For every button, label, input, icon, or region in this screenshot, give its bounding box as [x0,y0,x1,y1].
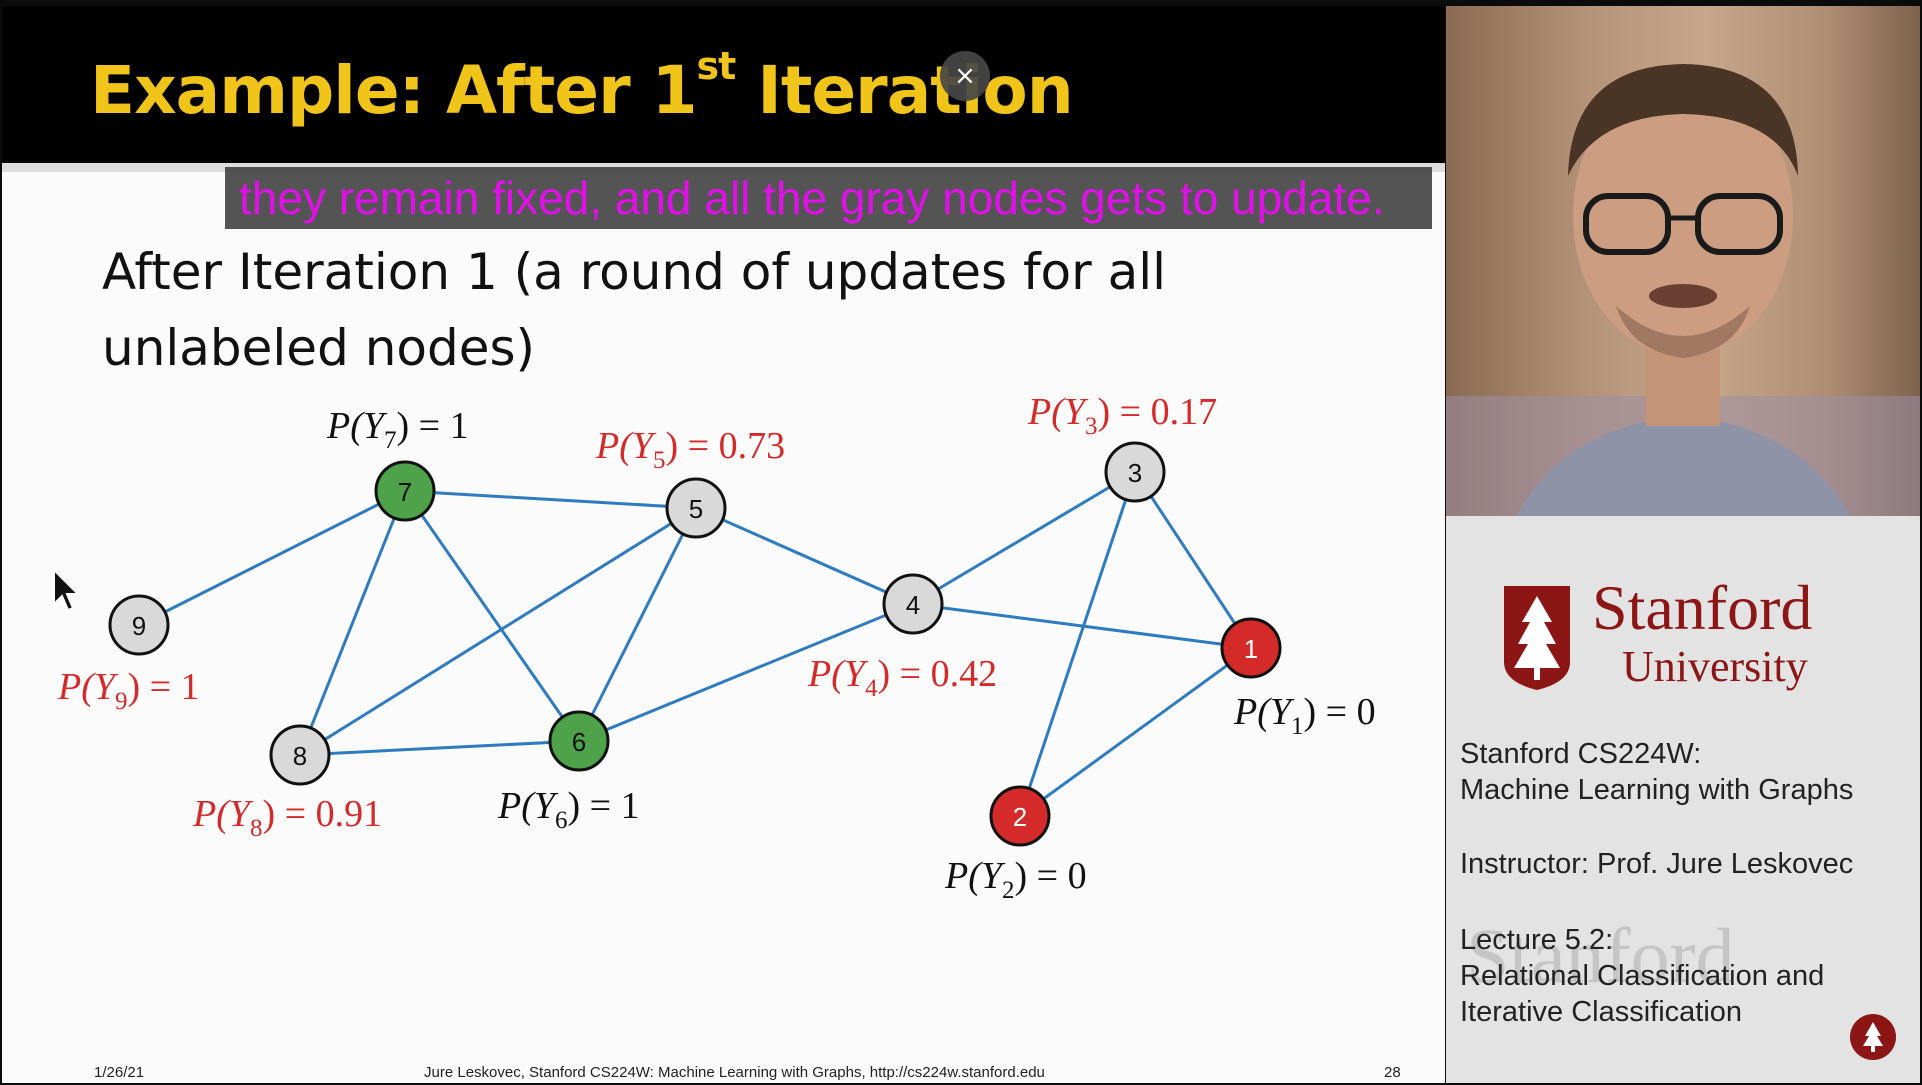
probability-label-9: P(Y9) = 1 [57,666,200,715]
edge-7-6 [403,490,581,742]
edge-5-4 [695,506,914,606]
node-id-2: 2 [1013,802,1027,832]
probability-label-8: P(Y8) = 0.91 [192,793,382,842]
graph-diagram: 1 P(Y1) = 0 2 P(Y2) = 0 3 P(Y3) = 0.17 4 P(Y4) … [57,391,1376,904]
edge-9-7 [138,489,406,627]
footer-page-number: 28 [1384,1064,1401,1081]
lecture-title-line-1: Relational Classification and [1460,960,1825,992]
probability-label-3: P(Y3) = 0.17 [1027,391,1217,440]
edge-3-1 [1133,471,1253,649]
footer-credit: Jure Leskovec, Stanford CS224W: Machine … [424,1064,1045,1081]
node-id-1: 1 [1244,634,1258,664]
stanford-tree-icon [1850,1014,1896,1060]
lecture-number: Lecture 5.2: [1460,924,1614,956]
probability-label-5: P(Y5) = 0.73 [595,425,785,474]
node-id-5: 5 [689,494,703,524]
probability-label-7: P(Y7) = 1 [326,405,469,454]
edge-7-8 [298,490,407,756]
probability-label-4: P(Y4) = 0.42 [807,653,997,702]
node-id-9: 9 [132,611,146,641]
footer-date: 1/26/21 [94,1064,145,1081]
edge-8-6 [299,739,580,757]
lecture-slide: Example: After 1st Iteration they remain… [2,6,1445,1083]
course-code: Stanford CS224W: [1460,738,1702,770]
node-id-3: 3 [1128,458,1142,488]
node-id-6: 6 [572,727,586,757]
probability-label-1: P(Y1) = 0 [1233,691,1376,740]
probability-label-6: P(Y6) = 1 [497,785,640,834]
brand-name: Stanford [1592,572,1813,643]
course-title: Machine Learning with Graphs [1460,774,1854,806]
stanford-shield-icon [1504,586,1570,690]
node-id-4: 4 [906,590,920,620]
node-id-7: 7 [398,477,412,507]
instructor-webcam-video [1446,6,1920,516]
probability-label-2: P(Y2) = 0 [944,855,1087,904]
edge-4-3 [912,470,1136,606]
lecture-title-line-2: Iterative Classification [1460,996,1743,1028]
brand-subtitle: University [1622,642,1808,691]
node-id-8: 8 [293,741,307,771]
edge-7-5 [404,489,697,510]
mouse-cursor-icon [53,568,81,612]
instructor-figure [1446,64,1920,516]
instructor-name: Instructor: Prof. Jure Leskovec [1460,848,1854,880]
edge-2-1 [1019,646,1252,818]
course-info-panel: Stanford University Stanford CS224W: Mac… [1446,516,1920,1083]
close-overlay-button[interactable]: × [940,51,990,101]
close-icon: × [954,61,976,91]
edge-3-2 [1018,471,1137,817]
